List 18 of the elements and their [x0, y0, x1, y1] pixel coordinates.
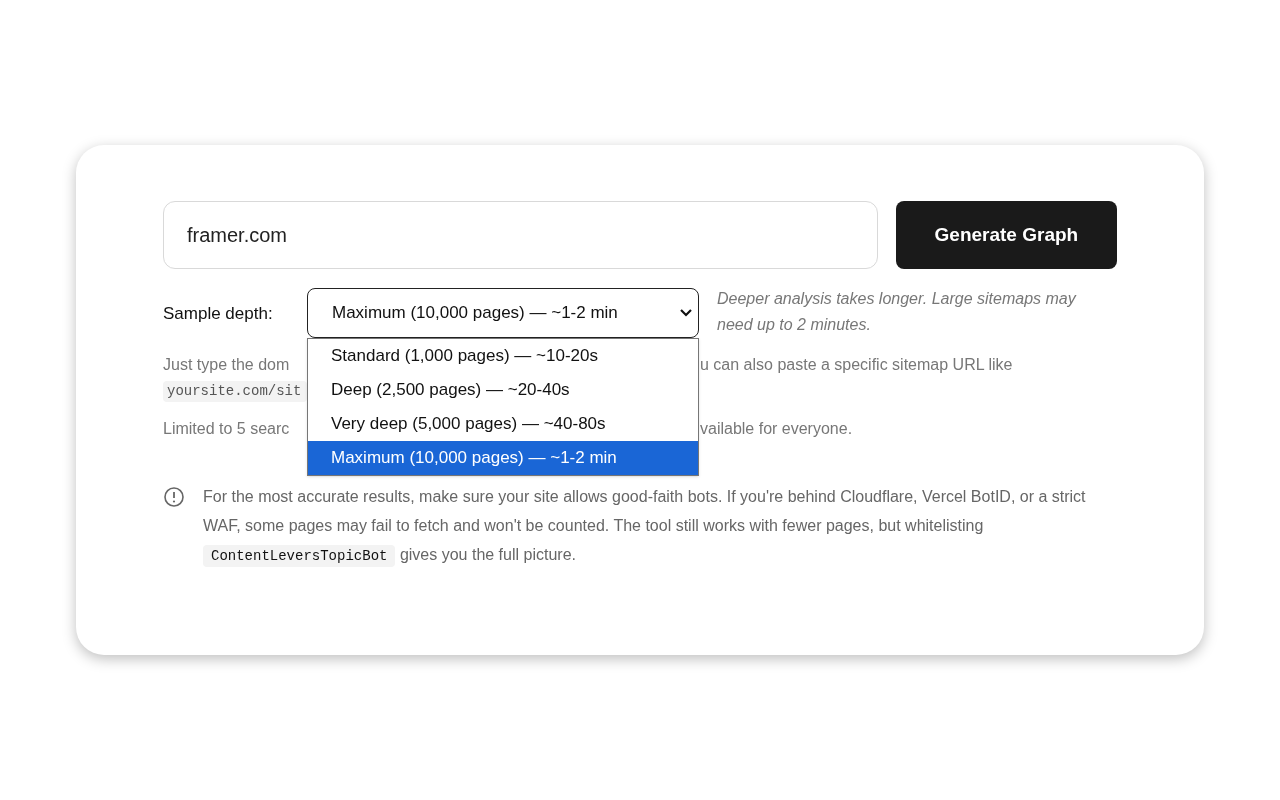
help-text: Just type the dom	[163, 355, 291, 375]
depth-hint-text: Deeper analysis takes longer. Large sitemaps may need up to 2 minutes.	[717, 289, 1078, 335]
help-text: vailable for everyone.	[700, 419, 854, 439]
url-input-field[interactable]: framer.com	[163, 201, 878, 269]
dropdown-option[interactable]: Maximum (10,000 pages) — ~1-2 min	[308, 441, 698, 475]
dropdown-option[interactable]: Deep (2,500 pages) — ~20-40s	[308, 373, 698, 407]
code-snippet: ContentLeversTopicBot	[203, 545, 396, 567]
info-icon	[163, 486, 185, 508]
help-text: Limited to 5 searc	[163, 419, 291, 439]
code-snippet: yoursite.com/sit	[163, 380, 307, 402]
depth-select[interactable]: Maximum (10,000 pages) — ~1-2 min	[307, 288, 699, 338]
chevron-down-icon	[680, 309, 692, 317]
dropdown-option[interactable]: Very deep (5,000 pages) — ~40-80s	[308, 407, 698, 441]
help-text: u can also paste a specific sitemap URL like	[700, 355, 1014, 375]
dropdown-option[interactable]: Standard (1,000 pages) — ~10-20s	[308, 339, 698, 373]
sample-depth-label: Sample depth:	[163, 303, 274, 325]
generate-graph-button[interactable]: Generate Graph	[895, 201, 1117, 269]
notice-text: gives you the full picture.	[399, 546, 576, 563]
